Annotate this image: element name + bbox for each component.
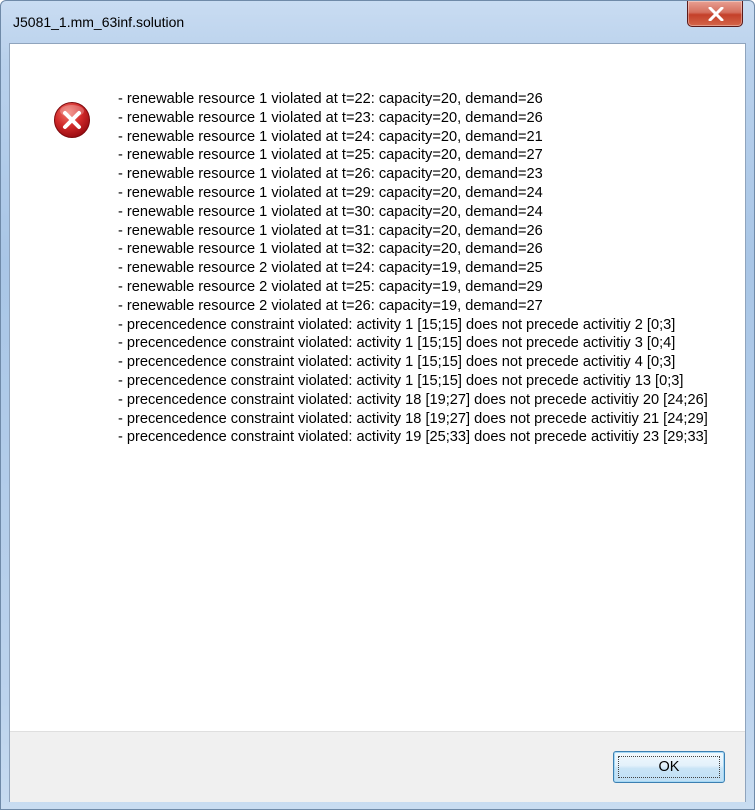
message-line: - precencedence constraint violated: act… [118,372,684,389]
message-line: - renewable resource 1 violated at t=30:… [118,203,543,220]
title-bar[interactable]: J5081_1.mm_63inf.solution [1,1,754,43]
message-line: - renewable resource 1 violated at t=32:… [118,241,543,258]
message-line: - precencedence constraint violated: act… [118,354,676,371]
message-line: - renewable resource 1 violated at t=31:… [118,222,543,239]
message-line: - renewable resource 1 violated at t=25:… [118,147,543,164]
message-line: - precencedence constraint violated: act… [118,410,708,427]
error-message: - renewable resource 1 violated at t=22:… [118,90,718,447]
message-line: - renewable resource 1 violated at t=23:… [118,109,543,126]
message-line: - renewable resource 1 violated at t=26:… [118,166,543,183]
ok-label: OK [658,759,680,775]
message-line: - renewable resource 1 violated at t=29:… [118,184,543,201]
message-line: - renewable resource 1 violated at t=24:… [118,128,543,145]
message-line: - renewable resource 2 violated at t=25:… [118,278,543,295]
close-button[interactable] [687,1,743,27]
message-line: - renewable resource 2 violated at t=26:… [118,297,543,314]
window-title: J5081_1.mm_63inf.solution [13,14,185,30]
message-line: - precencedence constraint violated: act… [118,335,676,352]
message-line: - renewable resource 2 violated at t=24:… [118,260,543,277]
close-icon [708,7,724,21]
error-icon [54,102,90,138]
ok-button[interactable]: OK [613,751,725,783]
dialog-window: J5081_1.mm_63inf.solution - renewable re… [0,0,755,810]
message-line: - renewable resource 1 violated at t=22:… [118,91,543,107]
message-line: - precencedence constraint violated: act… [118,316,676,333]
message-line: - precencedence constraint violated: act… [118,391,708,408]
message-line: - precencedence constraint violated: act… [118,429,708,446]
